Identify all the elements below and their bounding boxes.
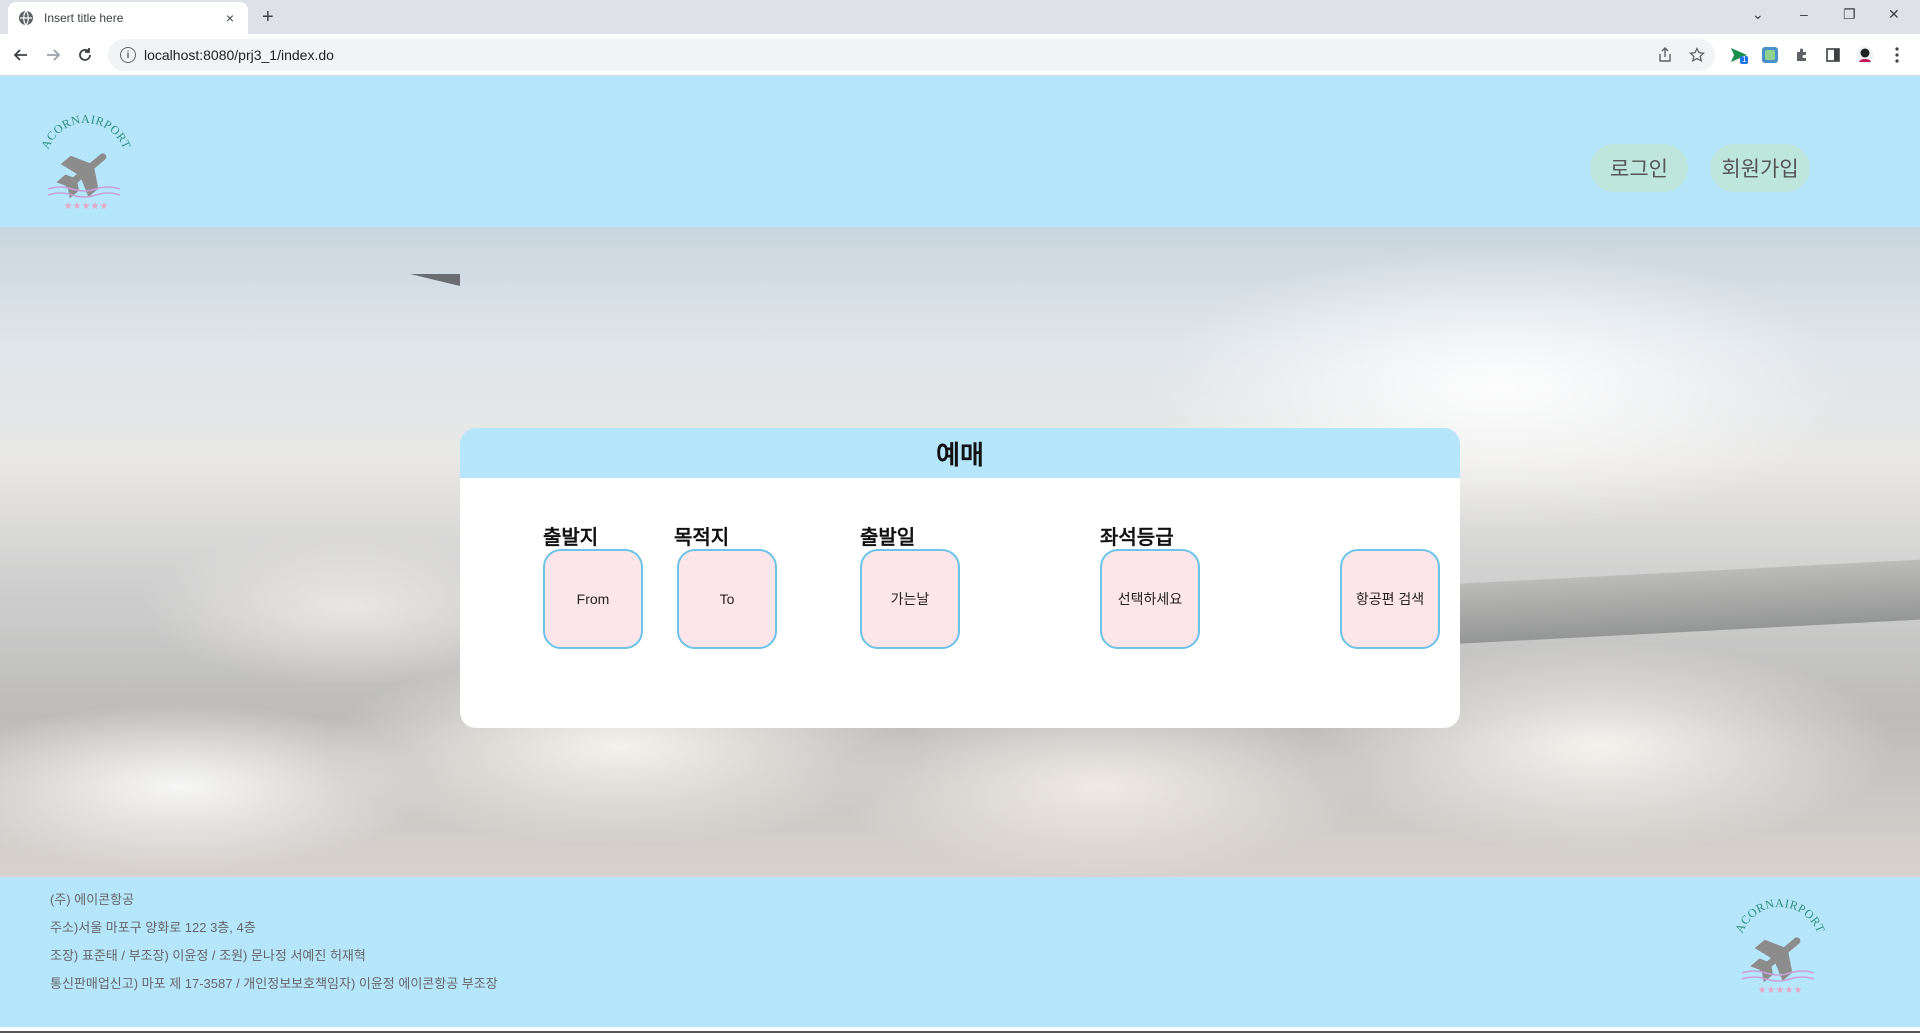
- minimize-button[interactable]: –: [1800, 6, 1808, 22]
- logo-text: ACORNAIRPORT: [38, 113, 133, 151]
- wing-tip: [410, 274, 460, 286]
- login-button[interactable]: 로그인: [1590, 144, 1688, 192]
- origin-label: 출발지: [543, 527, 599, 549]
- browser-toolbar: i localhost:8080/prj3_1/index.do 1: [0, 34, 1920, 76]
- origin-field[interactable]: From: [543, 549, 643, 649]
- signup-button[interactable]: 회원가입: [1710, 144, 1810, 192]
- browser-tab[interactable]: Insert title here ×: [8, 2, 248, 34]
- booking-header: 예매: [460, 428, 1460, 478]
- address-bar[interactable]: i localhost:8080/prj3_1/index.do: [108, 39, 1715, 71]
- destination-label: 목적지: [674, 527, 730, 549]
- svg-text:ACORNAIRPORT: ACORNAIRPORT: [38, 113, 134, 151]
- destination-field[interactable]: To: [677, 549, 777, 649]
- footer-registration: 통신판매업신고) 마포 제 17-3587 / 개인정보보호책임자) 이윤정 에…: [50, 976, 498, 991]
- footer-team: 조장) 표준태 / 부조장) 이윤정 / 조원) 문나정 서예진 허재혁: [50, 948, 366, 963]
- departure-date-label: 출발일: [860, 527, 916, 549]
- page-bottom-edge: [0, 1027, 1920, 1033]
- svg-text:★★★★★: ★★★★★: [1758, 985, 1803, 996]
- departure-date-field[interactable]: 가는날: [860, 549, 960, 649]
- puzzle-icon[interactable]: [1793, 46, 1811, 64]
- profile-icon[interactable]: [1856, 46, 1874, 64]
- booking-panel: 예매 출발지 From 목적지 To 출발일 가는날 좌석등급 선택하세요 항공…: [460, 428, 1460, 728]
- extension-badge: 1: [1742, 55, 1747, 64]
- browser-tabstrip: Insert title here × + ⌄ – ❐ ✕: [0, 0, 1920, 34]
- new-tab-button[interactable]: +: [262, 6, 274, 29]
- hero-sky-background: 예매 출발지 From 목적지 To 출발일 가는날 좌석등급 선택하세요 항공…: [0, 227, 1920, 877]
- url-text[interactable]: localhost:8080/prj3_1/index.do: [144, 47, 334, 63]
- restore-button[interactable]: ❐: [1843, 6, 1856, 23]
- site-header: ACORNAIRPORT ★★★★★ 로그인 회원가입: [0, 76, 1920, 227]
- seat-class-label: 좌석등급: [1100, 527, 1174, 549]
- extension-send-icon[interactable]: 1: [1730, 46, 1748, 64]
- booking-title: 예매: [936, 439, 984, 470]
- info-icon[interactable]: i: [120, 47, 136, 63]
- page-viewport: ACORNAIRPORT ★★★★★ 로그인 회원가입 예매 출발지 From …: [0, 76, 1920, 1033]
- footer-logo-text: ACORNAIRPORT: [1732, 897, 1827, 935]
- flight-search-button[interactable]: 항공편 검색: [1340, 549, 1440, 649]
- close-window-button[interactable]: ✕: [1888, 6, 1900, 23]
- seat-class-select[interactable]: 선택하세요: [1100, 549, 1200, 649]
- site-logo[interactable]: ACORNAIRPORT ★★★★★: [36, 113, 136, 213]
- extension-translate-icon[interactable]: [1761, 46, 1779, 64]
- site-footer: (주) 에이콘항공 주소)서울 마포구 양화로 122 3층, 4층 조장) 표…: [0, 877, 1920, 1027]
- footer-address: 주소)서울 마포구 양화로 122 3층, 4층: [50, 920, 256, 935]
- bookmark-star-icon[interactable]: [1688, 46, 1706, 64]
- sidepanel-icon[interactable]: [1824, 46, 1842, 64]
- globe-icon: [19, 10, 33, 26]
- tab-search-chevron-icon[interactable]: ⌄: [1752, 6, 1764, 23]
- menu-icon[interactable]: [1888, 46, 1906, 64]
- tab-close-icon[interactable]: ×: [222, 10, 238, 26]
- footer-logo: ACORNAIRPORT ★★★★★: [1732, 897, 1828, 996]
- share-icon[interactable]: [1656, 46, 1674, 64]
- back-icon[interactable]: [10, 44, 32, 66]
- svg-text:ACORNAIRPORT: ACORNAIRPORT: [1732, 897, 1828, 935]
- tab-title: Insert title here: [44, 11, 124, 25]
- forward-icon[interactable]: [42, 44, 64, 66]
- footer-company: (주) 에이콘항공: [50, 892, 135, 907]
- svg-text:★★★★★: ★★★★★: [64, 201, 109, 212]
- reload-icon[interactable]: [74, 44, 96, 66]
